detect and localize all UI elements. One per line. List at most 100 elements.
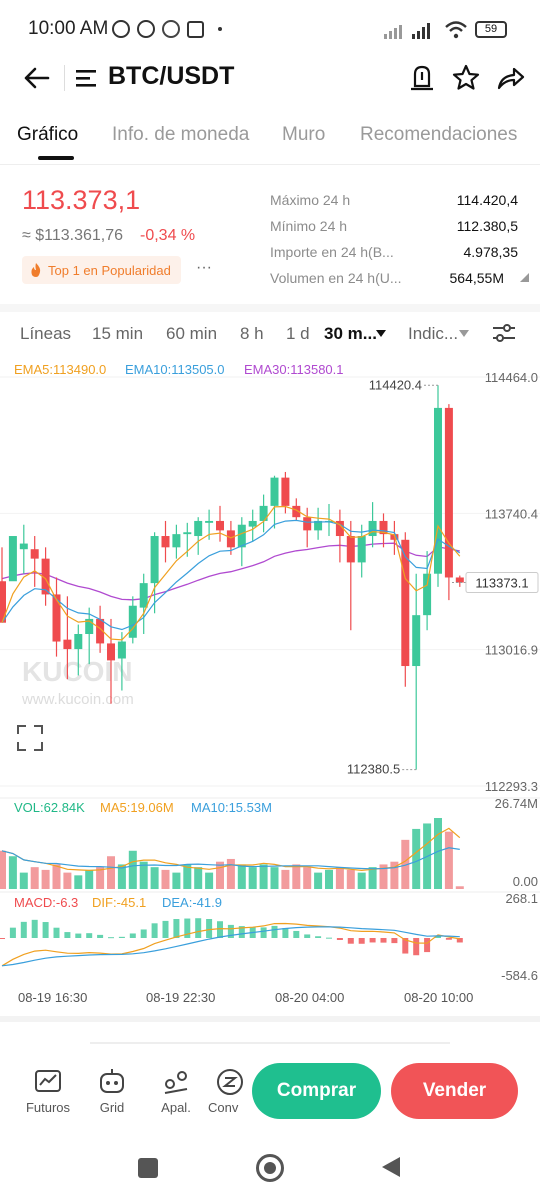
macd-histogram-bar: [0, 938, 5, 939]
chart-settings-icon[interactable]: [492, 322, 516, 344]
volume-bar: [150, 867, 159, 889]
macd-histogram-bar: [53, 927, 60, 938]
fullscreen-icon[interactable]: [17, 725, 43, 751]
volume-bar: [270, 867, 279, 889]
interval-15min[interactable]: 15 min: [92, 324, 143, 344]
buy-button[interactable]: Comprar: [252, 1063, 381, 1119]
battery-icon: 59: [475, 21, 507, 38]
price-alert-icon[interactable]: [406, 62, 438, 94]
price-axis-label: 113016.9: [485, 643, 538, 658]
macd-histogram-bar: [424, 938, 431, 953]
home-button[interactable]: [256, 1154, 284, 1182]
candle-body: [248, 520, 257, 527]
alarm-icon: [112, 20, 130, 38]
volume-bar: [128, 850, 137, 889]
volume-bar: [194, 867, 203, 889]
macd-histogram-bar: [326, 937, 332, 939]
candle-body: [194, 520, 203, 537]
active-tab-indicator: [38, 156, 74, 160]
interval-1d[interactable]: 1 d: [286, 324, 310, 344]
header-separator: [64, 65, 65, 91]
macd-histogram-bar: [140, 929, 147, 938]
volume-axis-max: 26.74M: [495, 796, 538, 811]
volume-bar: [0, 850, 6, 889]
macd-histogram-bar: [9, 927, 16, 938]
macd-histogram-bar: [271, 925, 278, 938]
volume-bar: [325, 869, 333, 889]
indicators-dropdown-icon[interactable]: [459, 330, 469, 337]
favorite-star-icon[interactable]: [450, 62, 482, 94]
leverage-icon: [164, 1071, 188, 1094]
candle-body: [412, 615, 421, 667]
macd-histogram-bar: [129, 933, 136, 938]
sell-button[interactable]: Vender: [391, 1063, 518, 1119]
volume-bar: [281, 869, 290, 889]
interval-lines[interactable]: Líneas: [20, 324, 71, 344]
more-options-icon[interactable]: ···: [196, 259, 212, 277]
volume-bar: [412, 828, 421, 889]
candle-body: [63, 639, 72, 650]
indicators-button[interactable]: Indic...: [408, 324, 458, 344]
volume-bar: [85, 869, 94, 889]
macd-histogram-bar: [162, 920, 169, 938]
candle-body: [357, 536, 366, 563]
legend-vol-ma10: MA10:15.53M: [191, 800, 272, 815]
nav-grid[interactable]: Grid: [82, 1068, 142, 1115]
macd-histogram-bar: [347, 938, 354, 944]
tab-chart[interactable]: Gráfico: [17, 124, 78, 146]
candle-body: [139, 583, 148, 608]
volume-dropdown-icon[interactable]: [520, 273, 529, 282]
macd-histogram-bar: [445, 938, 452, 940]
candle-body: [128, 605, 137, 638]
volume-bar: [52, 864, 61, 889]
macd-histogram-bar: [358, 938, 365, 944]
volume-bar: [357, 872, 366, 889]
nav-futures[interactable]: Futuros: [18, 1068, 78, 1115]
tab-wall[interactable]: Muro: [282, 124, 325, 146]
tab-coin-info[interactable]: Info. de moneda: [112, 124, 249, 146]
volume-bar: [19, 872, 28, 889]
price-axis-label: 114464.0: [485, 370, 538, 385]
back-arrow-icon[interactable]: [22, 66, 50, 90]
low-label: 112380.5: [347, 762, 400, 777]
macd-histogram-bar: [118, 936, 125, 938]
interval-8h[interactable]: 8 h: [240, 324, 264, 344]
candle-body: [172, 534, 181, 548]
macd-histogram-bar: [31, 919, 38, 938]
candlestick-chart[interactable]: KUCOIN www.kucoin.com 114464.0 113740.4 11…: [0, 356, 540, 1016]
interval-30min-selected[interactable]: 30 m...: [324, 324, 377, 344]
menu-list-icon[interactable]: [76, 68, 98, 88]
macd-histogram-bar: [86, 933, 93, 938]
candle-body: [281, 477, 290, 506]
candle-body: [368, 520, 377, 537]
price-change-percent: -0,34 %: [140, 227, 196, 244]
volume-bar: [226, 858, 235, 889]
popularity-badge-label: Top 1 en Popularidad: [48, 262, 171, 278]
interval-dropdown-icon[interactable]: [376, 330, 386, 337]
volume-bar: [335, 867, 344, 889]
legend-dif: DIF:-45.1: [92, 895, 146, 910]
popularity-badge[interactable]: Top 1 en Popularidad: [22, 256, 181, 284]
nav-futures-label: Futuros: [25, 1100, 71, 1115]
share-icon[interactable]: [494, 62, 526, 94]
nav-leverage[interactable]: Apal.: [146, 1068, 206, 1115]
price-axis-label: 112293.3: [485, 779, 538, 794]
interval-60min[interactable]: 60 min: [166, 324, 217, 344]
volume-bar: [8, 856, 17, 889]
stat-label-low: Mínimo 24 h: [270, 218, 348, 234]
time-label-4: 08-20 10:00: [404, 990, 473, 1005]
recents-button[interactable]: [138, 1158, 158, 1178]
status-bar: 10:00 AM 59: [0, 0, 540, 60]
legend-ema5: EMA5:113490.0: [14, 362, 106, 377]
volume-bar: [74, 875, 83, 889]
back-button[interactable]: [380, 1155, 402, 1179]
nav-convert[interactable]: Conv: [200, 1068, 246, 1115]
stat-value-amount: 4.978,35: [463, 244, 519, 260]
futures-chart-icon: [35, 1070, 61, 1092]
pair-title[interactable]: BTC/USDT: [108, 62, 234, 91]
tab-recommendations[interactable]: Recomendaciones: [360, 124, 517, 146]
candle-body: [117, 641, 126, 659]
grid-bot-icon: [100, 1069, 124, 1093]
candle-body: [226, 530, 235, 548]
last-price-label: 113373.1: [475, 576, 528, 591]
